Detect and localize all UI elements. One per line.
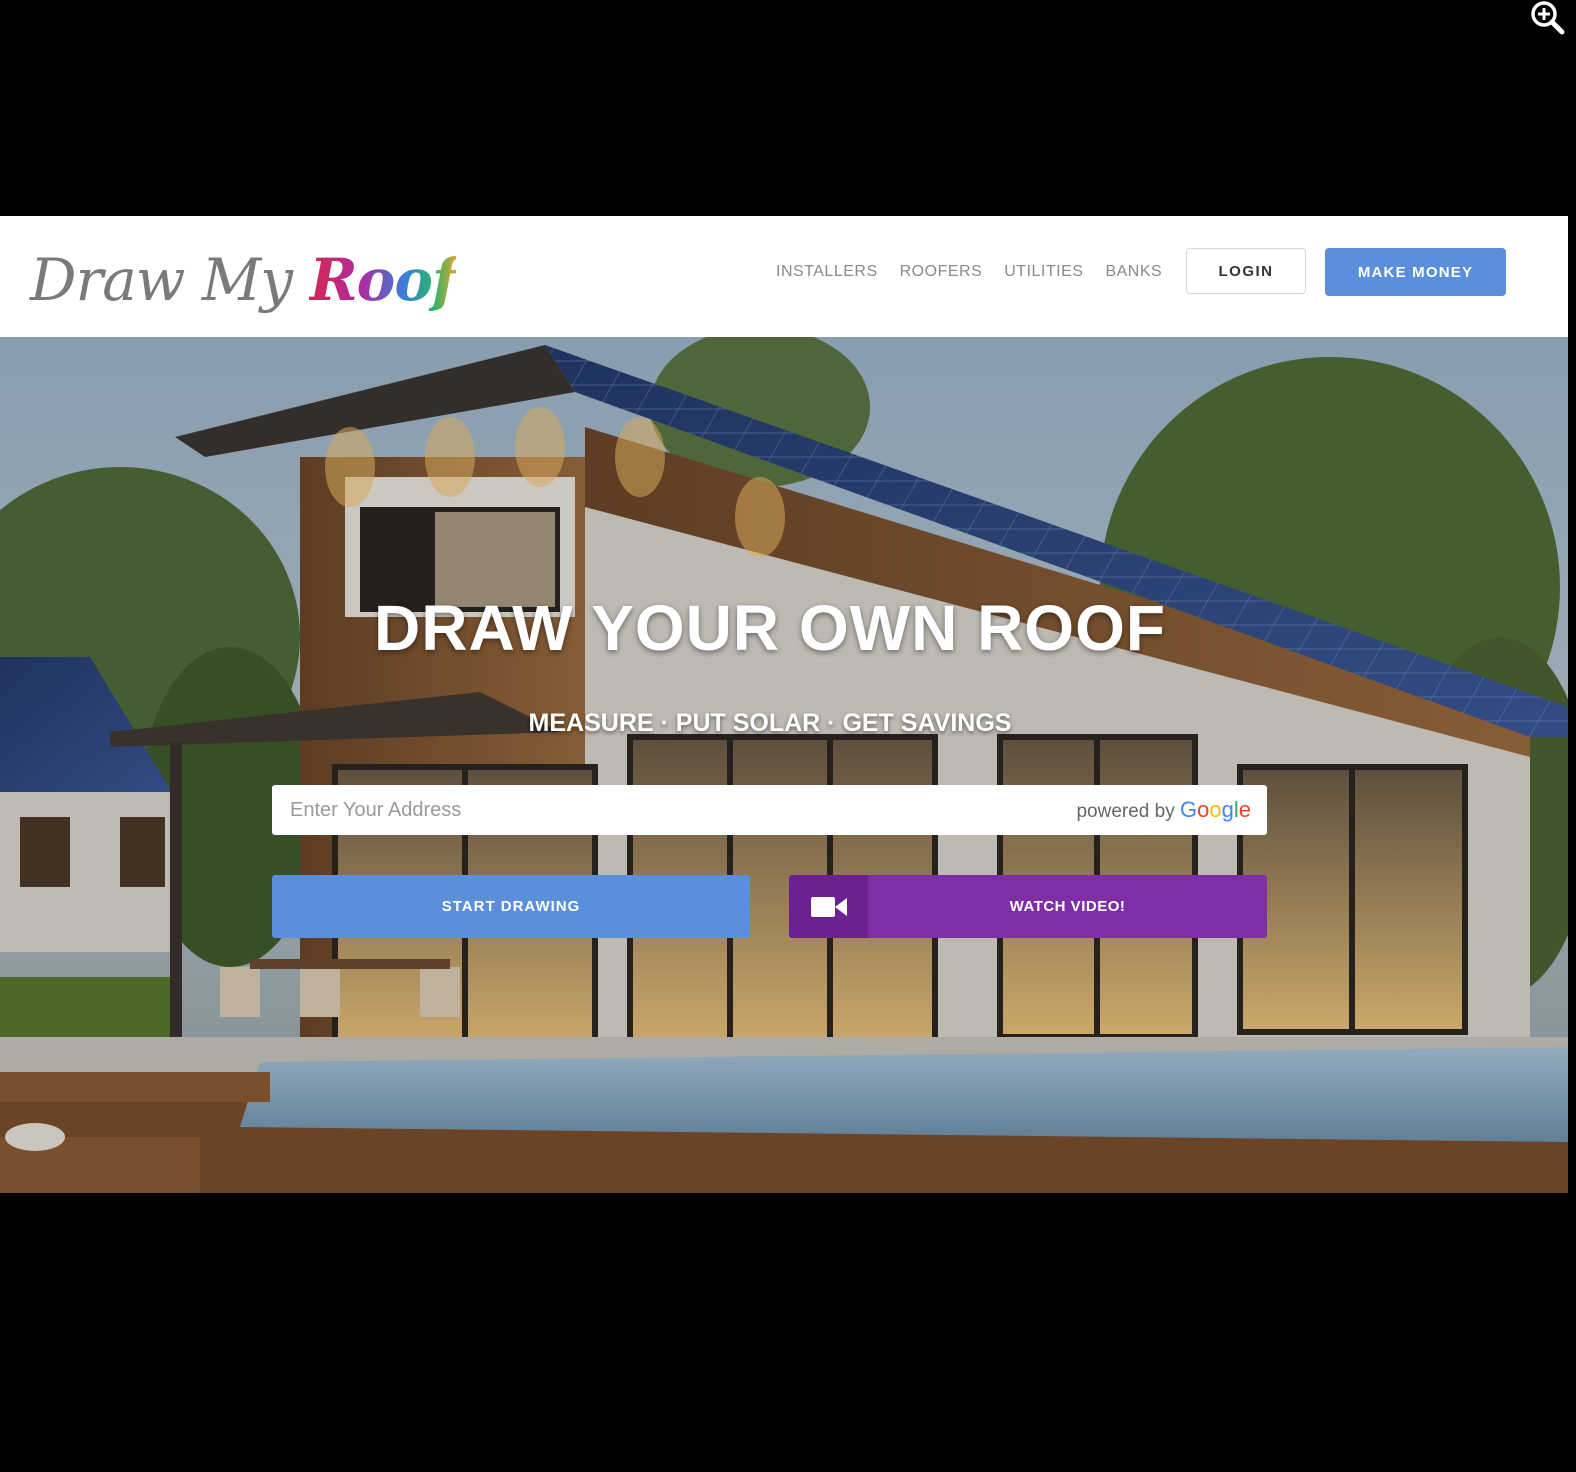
login-button[interactable]: LOGIN bbox=[1186, 248, 1306, 294]
nav-installers[interactable]: INSTALLERS bbox=[776, 262, 878, 282]
address-search-box: powered by Google bbox=[272, 785, 1267, 835]
hero-section: DRAW YOUR OWN ROOF MEASURE · PUT SOLAR ·… bbox=[0, 337, 1568, 1193]
logo-word-draw: Draw bbox=[30, 246, 185, 314]
zoom-in-icon[interactable] bbox=[1524, 0, 1568, 38]
watch-video-label: WATCH VIDEO! bbox=[1009, 898, 1126, 915]
watch-video-button[interactable]: WATCH VIDEO! bbox=[789, 875, 1267, 938]
nav-roofers[interactable]: ROOFERS bbox=[900, 262, 983, 282]
logo-word-my: My bbox=[201, 246, 293, 314]
powered-by-google: powered by Google bbox=[1076, 797, 1251, 823]
logo-word-roof: Roof bbox=[309, 246, 457, 314]
nav-links: INSTALLERS ROOFERS UTILITIES BANKS bbox=[776, 262, 1184, 282]
powered-by-label: powered by bbox=[1076, 801, 1175, 822]
nav-banks[interactable]: BANKS bbox=[1105, 262, 1162, 282]
site-logo[interactable]: Draw My Roof bbox=[30, 240, 457, 320]
video-camera-icon bbox=[789, 875, 868, 938]
make-money-button[interactable]: MAKE MONEY bbox=[1325, 248, 1506, 296]
hero-title: DRAW YOUR OWN ROOF bbox=[374, 592, 1166, 664]
top-navbar: Draw My Roof INSTALLERS ROOFERS UTILITIE… bbox=[0, 216, 1568, 337]
landing-page: Draw My Roof INSTALLERS ROOFERS UTILITIE… bbox=[0, 216, 1568, 1193]
google-logo: Google bbox=[1179, 797, 1251, 822]
start-drawing-button[interactable]: START DRAWING bbox=[272, 875, 750, 938]
hero-subtitle: MEASURE · PUT SOLAR · GET SAVINGS bbox=[528, 709, 1012, 737]
address-input[interactable] bbox=[272, 785, 1032, 835]
nav-utilities[interactable]: UTILITIES bbox=[1004, 262, 1083, 282]
